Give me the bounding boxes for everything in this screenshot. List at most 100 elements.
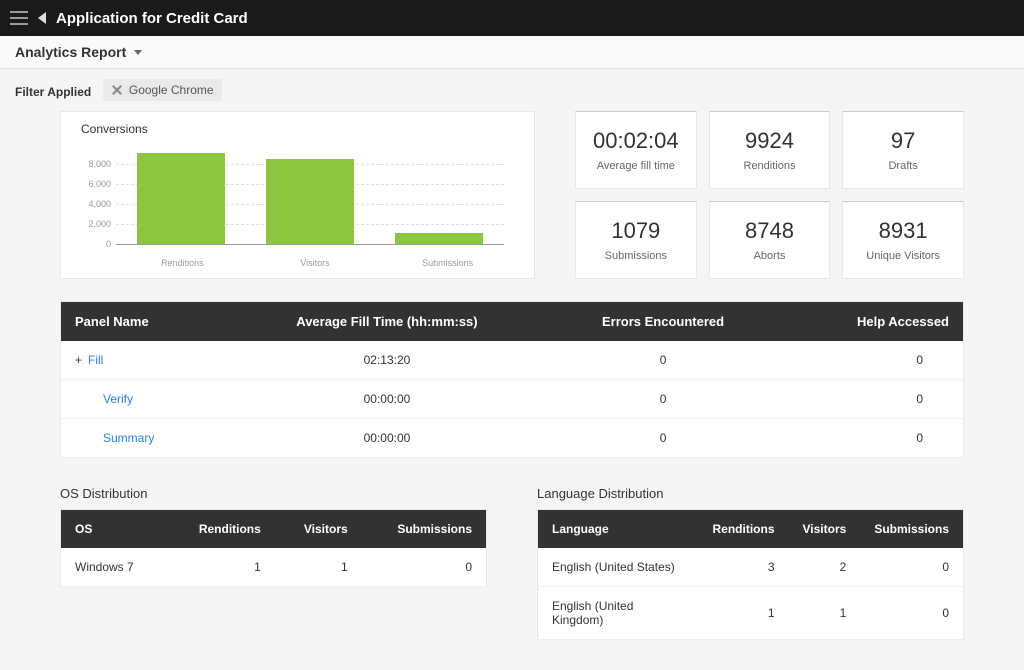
cell: English (United Kingdom) — [538, 587, 699, 640]
column-header: Visitors — [789, 510, 861, 549]
cell: 1 — [699, 587, 789, 640]
bottom-row: OS Distribution OSRenditionsVisitorsSubm… — [60, 486, 964, 640]
cell: 0 — [860, 587, 963, 640]
conversions-card: Conversions 0 2,000 4,000 6,000 8,000 Rendit… — [60, 111, 535, 279]
chevron-down-icon — [134, 50, 142, 55]
table-row: Summary00:00:0000 — [61, 419, 964, 458]
y-tick-label: 8,000 — [81, 159, 111, 169]
filter-label: Filter Applied — [15, 85, 91, 99]
metric-label: Unique Visitors — [851, 250, 955, 262]
lang-table: LanguageRenditionsVisitorsSubmissions En… — [537, 509, 964, 640]
expand-icon[interactable]: + — [75, 353, 82, 367]
metric-label: Renditions — [718, 160, 822, 172]
column-header: OS — [61, 510, 166, 549]
metric-value: 9924 — [718, 128, 822, 154]
metric-value: 00:02:04 — [584, 128, 688, 154]
lang-section: Language Distribution LanguageRenditions… — [537, 486, 964, 640]
top-row: Conversions 0 2,000 4,000 6,000 8,000 Rendit… — [60, 111, 964, 279]
cell: English (United States) — [538, 548, 699, 587]
filter-chip-label: Google Chrome — [129, 83, 214, 97]
table-row: +Fill02:13:2000 — [61, 341, 964, 380]
cell: 0 — [548, 341, 779, 380]
column-header: Errors Encountered — [548, 302, 779, 342]
cell: 00:00:00 — [226, 419, 548, 458]
metric-card: 1079 Submissions — [575, 201, 697, 279]
page-title: Application for Credit Card — [56, 10, 248, 27]
cell: Windows 7 — [61, 548, 166, 587]
cell: 1 — [275, 548, 362, 587]
column-header: Renditions — [166, 510, 275, 549]
cell: 0 — [778, 380, 963, 419]
cell: 0 — [778, 341, 963, 380]
metric-label: Drafts — [851, 160, 955, 172]
cell: 0 — [548, 419, 779, 458]
chart-bar — [137, 153, 225, 244]
metric-value: 1079 — [584, 218, 688, 244]
filter-bar: Filter Applied Google Chrome — [0, 69, 1024, 111]
cell: 00:00:00 — [226, 380, 548, 419]
table-row: Windows 7110 — [61, 548, 487, 587]
metric-value: 8931 — [851, 218, 955, 244]
column-header: Panel Name — [61, 302, 227, 342]
column-header: Language — [538, 510, 699, 549]
cell: 2 — [789, 548, 861, 587]
panel-link[interactable]: Fill — [88, 353, 103, 367]
y-tick-label: 4,000 — [81, 199, 111, 209]
panel-link[interactable]: Summary — [103, 431, 154, 445]
table-row: Verify00:00:0000 — [61, 380, 964, 419]
panel-table: Panel NameAverage Fill Time (hh:mm:ss)Er… — [60, 301, 964, 458]
cell: 0 — [548, 380, 779, 419]
column-header: Submissions — [860, 510, 963, 549]
lang-title: Language Distribution — [537, 486, 964, 501]
table-row: English (United States)320 — [538, 548, 964, 587]
column-header: Average Fill Time (hh:mm:ss) — [226, 302, 548, 342]
metrics-grid: 00:02:04Average fill time9924Renditions9… — [575, 111, 964, 279]
os-title: OS Distribution — [60, 486, 487, 501]
close-icon[interactable] — [111, 84, 123, 96]
conversions-chart: 0 2,000 4,000 6,000 8,000 — [81, 144, 514, 254]
column-header: Submissions — [362, 510, 487, 549]
filter-chip[interactable]: Google Chrome — [103, 79, 222, 101]
metric-card: 00:02:04 Average fill time — [575, 111, 697, 189]
report-selector-label: Analytics Report — [15, 44, 126, 60]
cell: 3 — [699, 548, 789, 587]
y-tick-label: 0 — [81, 239, 111, 249]
chart-bar — [266, 159, 354, 244]
os-table: OSRenditionsVisitorsSubmissions Windows … — [60, 509, 487, 587]
content-area: Conversions 0 2,000 4,000 6,000 8,000 Rendit… — [0, 111, 1024, 670]
cell: 02:13:20 — [226, 341, 548, 380]
x-tick-label: Visitors — [271, 258, 359, 268]
metric-card: 8748 Aborts — [709, 201, 831, 279]
conversions-title: Conversions — [81, 122, 514, 136]
x-tick-label: Renditions — [138, 258, 226, 268]
os-section: OS Distribution OSRenditionsVisitorsSubm… — [60, 486, 487, 640]
top-bar: Application for Credit Card — [0, 0, 1024, 36]
cell: 1 — [166, 548, 275, 587]
column-header: Help Accessed — [778, 302, 963, 342]
x-tick-label: Submissions — [404, 258, 492, 268]
metric-card: 97 Drafts — [842, 111, 964, 189]
cell: 1 — [789, 587, 861, 640]
metric-label: Average fill time — [584, 160, 688, 172]
cell: 0 — [860, 548, 963, 587]
y-tick-label: 2,000 — [81, 219, 111, 229]
metric-label: Aborts — [718, 250, 822, 262]
metric-card: 9924 Renditions — [709, 111, 831, 189]
y-tick-label: 6,000 — [81, 179, 111, 189]
report-selector[interactable]: Analytics Report — [15, 44, 142, 60]
column-header: Renditions — [699, 510, 789, 549]
column-header: Visitors — [275, 510, 362, 549]
table-row: English (United Kingdom)110 — [538, 587, 964, 640]
sub-header: Analytics Report — [0, 36, 1024, 69]
back-chevron-icon[interactable] — [38, 12, 46, 24]
metric-label: Submissions — [584, 250, 688, 262]
cell: 0 — [778, 419, 963, 458]
panel-link[interactable]: Verify — [103, 392, 133, 406]
menu-icon[interactable] — [10, 11, 28, 25]
gridline — [116, 244, 504, 245]
metric-value: 97 — [851, 128, 955, 154]
cell: 0 — [362, 548, 487, 587]
metric-card: 8931 Unique Visitors — [842, 201, 964, 279]
metric-value: 8748 — [718, 218, 822, 244]
chart-bar — [395, 233, 483, 244]
